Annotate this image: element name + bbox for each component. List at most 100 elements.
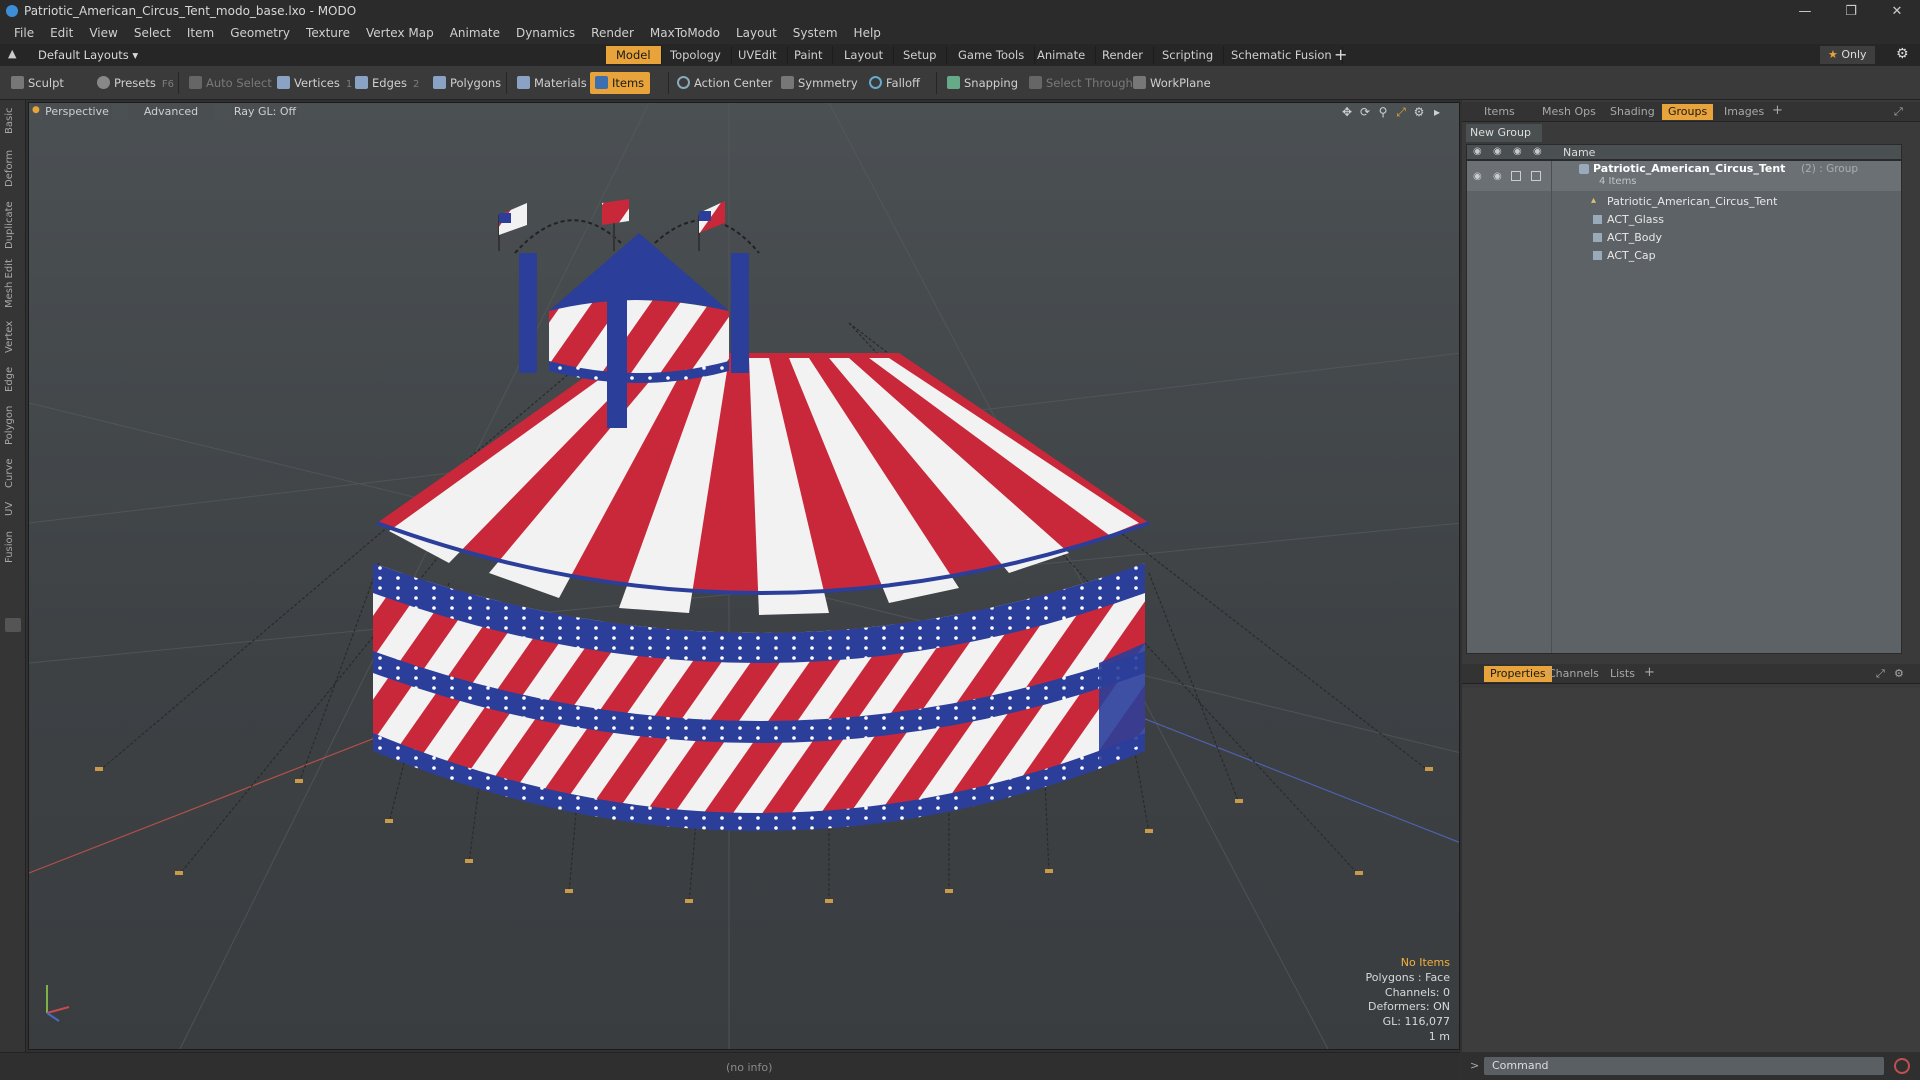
tab-setup[interactable]: Setup <box>893 46 948 64</box>
list-item[interactable]: ▴ Patriotic_American_Circus_Tent <box>1467 193 1901 210</box>
command-clear-icon[interactable] <box>1894 1058 1910 1074</box>
minimize-button[interactable]: — <box>1782 0 1828 22</box>
tooltab-fusion[interactable]: Fusion <box>4 528 22 566</box>
menu-geometry[interactable]: Geometry <box>222 26 298 40</box>
viewport-expand-icon[interactable]: ▸ <box>1430 105 1444 119</box>
tooltab-vertex[interactable]: Vertex <box>4 318 22 356</box>
tooltab-basic[interactable]: Basic <box>4 106 22 136</box>
menu-animate[interactable]: Animate <box>442 26 508 40</box>
presets-button[interactable]: Presets F6 <box>92 72 180 94</box>
name-column-header[interactable]: Name <box>1563 146 1595 159</box>
select-toggle-box[interactable] <box>1531 171 1541 181</box>
zoom-view-icon[interactable]: ⚲ <box>1376 105 1390 119</box>
command-input[interactable]: Command <box>1484 1057 1884 1075</box>
groups-list[interactable]: ◉ ◉ Patriotic_American_Circus_Tent (2) :… <box>1466 160 1902 654</box>
menu-dynamics[interactable]: Dynamics <box>508 26 583 40</box>
group-name[interactable]: Patriotic_American_Circus_Tent <box>1593 162 1785 175</box>
rotate-view-icon[interactable]: ⟳ <box>1358 105 1372 119</box>
tab-model[interactable]: Model <box>606 46 662 64</box>
sculpt-button[interactable]: Sculpt <box>6 72 70 94</box>
list-item[interactable]: ACT_Cap <box>1467 247 1901 264</box>
properties-gear-icon[interactable]: ⚙ <box>1894 667 1904 680</box>
lock-column-icon[interactable]: ◉ <box>1493 146 1502 157</box>
menu-item[interactable]: Item <box>179 26 222 40</box>
tab-animate[interactable]: Animate <box>1027 46 1097 64</box>
falloff-button[interactable]: Falloff <box>864 72 926 94</box>
tab-mesh-ops[interactable]: Mesh Ops <box>1542 105 1596 118</box>
tooltab-polygon[interactable]: Polygon <box>4 402 22 448</box>
viewport-menu-icon[interactable]: ● <box>32 105 40 115</box>
tooltab-mesh-edit[interactable]: Mesh Edit <box>4 258 22 310</box>
action-center-button[interactable]: Action Center <box>672 72 778 94</box>
only-toggle[interactable]: ★ Only <box>1820 46 1875 64</box>
polygons-button[interactable]: Polygons <box>428 72 507 94</box>
add-properties-tab-icon[interactable]: + <box>1644 665 1655 680</box>
menu-texture[interactable]: Texture <box>298 26 358 40</box>
tab-lists[interactable]: Lists <box>1610 667 1635 680</box>
properties-expand-icon[interactable]: ⤢ <box>1876 667 1885 681</box>
edges-button[interactable]: Edges 2 <box>350 72 425 94</box>
panel-expand-icon[interactable]: ⤢ <box>1894 105 1903 119</box>
panel-toggle-button[interactable] <box>5 618 21 632</box>
tab-render[interactable]: Render <box>1092 46 1154 64</box>
tab-scripting[interactable]: Scripting <box>1152 46 1225 64</box>
tooltab-uv[interactable]: UV <box>4 498 22 520</box>
tab-groups[interactable]: Groups <box>1662 104 1714 120</box>
view-mode-button[interactable]: Advanced <box>128 104 214 120</box>
lock-toggle-icon[interactable]: ◉ <box>1493 171 1502 182</box>
move-view-icon[interactable]: ✥ <box>1340 105 1354 119</box>
tooltab-edge[interactable]: Edge <box>4 364 22 394</box>
render-toggle-box[interactable] <box>1511 171 1521 181</box>
materials-button[interactable]: Materials <box>512 72 593 94</box>
workplane-button[interactable]: WorkPlane <box>1128 72 1217 94</box>
render-column-icon[interactable]: ◉ <box>1513 146 1522 157</box>
raygl-button[interactable]: Ray GL: Off <box>232 104 298 120</box>
restore-button[interactable]: ❐ <box>1828 0 1874 22</box>
item-name[interactable]: ACT_Glass <box>1607 213 1664 226</box>
3d-viewport[interactable] <box>28 102 1460 1050</box>
menu-maxtomodo[interactable]: MaxToModo <box>642 26 728 40</box>
tab-shading[interactable]: Shading <box>1610 105 1655 118</box>
tab-items[interactable]: Items <box>1484 105 1515 118</box>
menu-help[interactable]: Help <box>846 26 889 40</box>
tooltab-duplicate[interactable]: Duplicate <box>4 200 22 250</box>
auto-select-button[interactable]: Auto Select <box>184 72 278 94</box>
select-through-button[interactable]: Select Through <box>1024 72 1139 94</box>
tab-layout[interactable]: Layout <box>834 46 895 64</box>
menu-vertex-map[interactable]: Vertex Map <box>358 26 442 40</box>
tab-paint[interactable]: Paint <box>784 46 834 64</box>
list-item[interactable]: ACT_Glass <box>1467 211 1901 228</box>
close-button[interactable]: ✕ <box>1874 0 1920 22</box>
layout-up-icon[interactable]: ▲ <box>8 47 16 60</box>
settings-gear-icon[interactable]: ⚙ <box>1896 46 1909 62</box>
menu-render[interactable]: Render <box>583 26 642 40</box>
group-row[interactable]: ◉ ◉ Patriotic_American_Circus_Tent (2) :… <box>1467 161 1901 191</box>
view-settings-icon[interactable]: ⚙ <box>1412 105 1426 119</box>
tab-topology[interactable]: Topology <box>660 46 732 64</box>
menu-view[interactable]: View <box>81 26 125 40</box>
tab-properties[interactable]: Properties <box>1484 666 1552 682</box>
view-perspective-button[interactable]: Perspective <box>42 104 112 120</box>
add-tab-icon[interactable]: + <box>1334 45 1347 64</box>
menu-file[interactable]: File <box>6 26 42 40</box>
symmetry-button[interactable]: Symmetry <box>776 72 864 94</box>
item-name[interactable]: ACT_Body <box>1607 231 1662 244</box>
visibility-column-icon[interactable]: ◉ <box>1473 146 1482 157</box>
tab-uvedit[interactable]: UVEdit <box>728 46 788 64</box>
menu-edit[interactable]: Edit <box>42 26 81 40</box>
menu-layout[interactable]: Layout <box>728 26 785 40</box>
new-group-button[interactable]: New Group <box>1466 124 1542 142</box>
snapping-button[interactable]: Snapping <box>942 72 1024 94</box>
layout-selector[interactable]: Default Layouts ▾ <box>38 48 138 62</box>
tab-schematic-fusion[interactable]: Schematic Fusion <box>1221 46 1343 64</box>
select-column-icon[interactable]: ◉ <box>1533 146 1542 157</box>
list-item[interactable]: ACT_Body <box>1467 229 1901 246</box>
visibility-eye-icon[interactable]: ◉ <box>1473 171 1482 182</box>
items-button[interactable]: Items <box>590 72 651 94</box>
tooltab-deform[interactable]: Deform <box>4 148 22 188</box>
tab-channels[interactable]: Channels <box>1548 667 1599 680</box>
menu-system[interactable]: System <box>785 26 846 40</box>
fit-view-icon[interactable]: ⤢ <box>1394 105 1408 119</box>
menu-select[interactable]: Select <box>126 26 179 40</box>
item-name[interactable]: Patriotic_American_Circus_Tent <box>1607 195 1777 208</box>
